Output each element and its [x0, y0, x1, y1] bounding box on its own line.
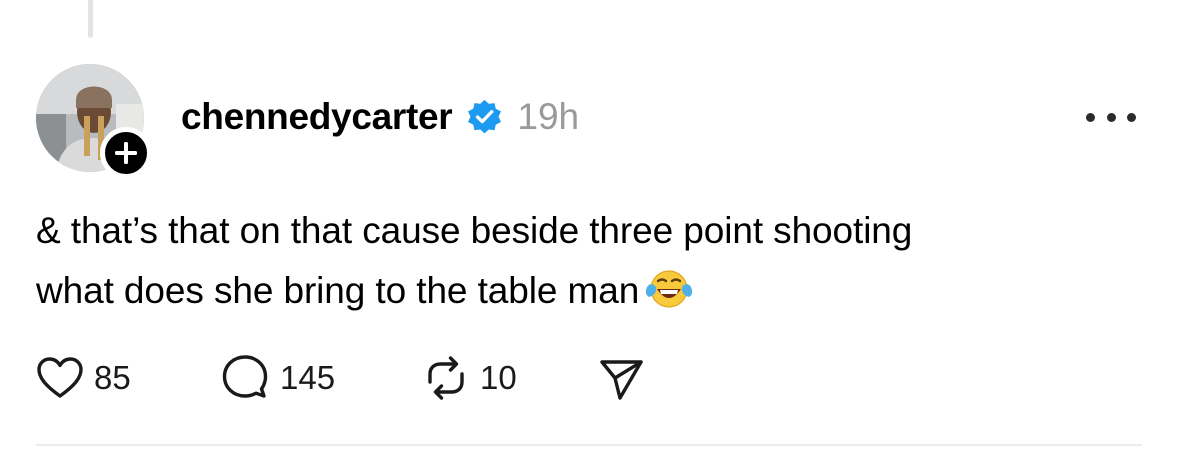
post-body: & that’s that on that cause beside three…: [36, 201, 1146, 321]
send-icon: [600, 360, 643, 400]
more-dot-icon: [1106, 112, 1116, 122]
post-text-line-with-emoji: what does she bring to the table man: [36, 261, 1146, 321]
follow-plus-button[interactable]: [100, 127, 152, 179]
share-button[interactable]: [596, 352, 646, 404]
more-options-button[interactable]: [1086, 104, 1136, 130]
post-text-line: what does she bring to the table man: [36, 270, 640, 311]
reply-count: 145: [280, 359, 336, 396]
post-header: chennedycarter 19h: [181, 94, 579, 140]
like-count: 85: [94, 359, 131, 396]
reply-bubble-icon: [222, 355, 268, 398]
verified-badge-icon: [468, 99, 502, 133]
face-with-tears-of-joy-icon: [646, 270, 693, 308]
reply-button[interactable]: 145: [220, 352, 335, 404]
more-dot-icon: [1127, 112, 1136, 122]
more-dot-icon: [1086, 112, 1095, 122]
plus-icon: [115, 142, 137, 164]
post-timestamp: 19h: [517, 96, 580, 137]
repost-icon: [428, 356, 464, 400]
heart-icon: [37, 357, 83, 398]
post-text-line: & that’s that on that cause beside three…: [36, 210, 913, 251]
repost-count: 10: [480, 359, 517, 396]
username[interactable]: chennedycarter: [181, 96, 453, 138]
post-divider: [36, 444, 1142, 446]
thread-connector-line: [88, 0, 93, 38]
repost-button[interactable]: 10: [422, 352, 517, 404]
post-actions-bar: 85 145 10: [36, 352, 736, 404]
like-button[interactable]: 85: [36, 352, 131, 404]
